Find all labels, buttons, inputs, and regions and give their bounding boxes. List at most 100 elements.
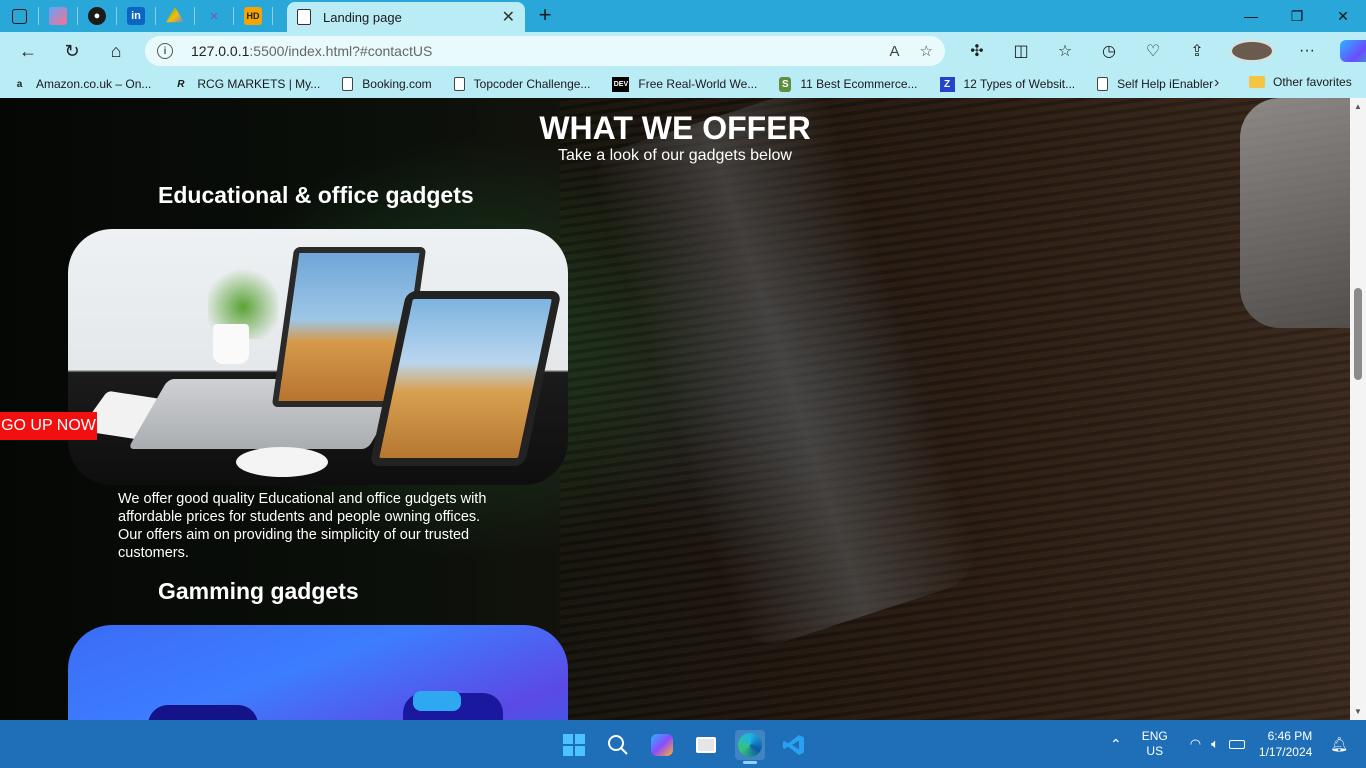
page-icon (1097, 77, 1109, 91)
address-bar[interactable]: i 127.0.0.1:5500/index.html?#contactUS A… (145, 36, 945, 66)
favorite-label: RCG MARKETS | My... (197, 77, 321, 91)
page-favicon-icon (297, 9, 311, 25)
pinned-tab-github-icon[interactable]: ● (78, 0, 116, 32)
clock[interactable]: 6:46 PM 1/17/2024 (1259, 728, 1312, 760)
minimize-button[interactable]: — (1228, 0, 1274, 32)
vr-controller-illustration (148, 705, 258, 720)
favorites-icon[interactable]: ☆ (1043, 41, 1087, 61)
profile-avatar[interactable] (1230, 40, 1274, 62)
active-app-indicator (743, 761, 757, 764)
vr-strap-illustration (413, 691, 461, 711)
url-text[interactable]: 127.0.0.1:5500/index.html?#contactUS (191, 43, 870, 59)
windows-start-icon[interactable] (559, 730, 589, 760)
toolbar-actions: ✣ ◫ ☆ ◷ ♡ ⇪ ··· (955, 32, 1366, 70)
page-icon (342, 77, 354, 91)
back-button[interactable]: ← (6, 32, 50, 70)
copilot-icon[interactable] (1340, 40, 1366, 62)
background-planter (585, 98, 985, 654)
search-icon[interactable] (603, 730, 633, 760)
favorite-ecommerce[interactable]: S 11 Best Ecommerce... (779, 76, 918, 92)
extensions-icon[interactable]: ✣ (955, 41, 999, 61)
dev-icon: DEV (612, 76, 630, 92)
share-icon[interactable]: ⇪ (1175, 41, 1219, 61)
favorite-label: Self Help iEnabler (1117, 77, 1214, 91)
tab-bar: ● in ✕ HD Landing page ✕ + — ❐ ✕ (0, 0, 1366, 32)
category-title-gaming: Gamming gadgets (158, 578, 359, 604)
settings-more-icon[interactable]: ··· (1285, 42, 1329, 60)
address-toolbar: ← ↻ ⌂ i 127.0.0.1:5500/index.html?#conta… (0, 32, 1366, 70)
category-title-educational: Educational & office gadgets (158, 182, 474, 208)
language-code: ENG (1141, 729, 1168, 743)
task-view-icon[interactable] (691, 730, 721, 760)
close-window-button[interactable]: ✕ (1320, 0, 1366, 32)
split-screen-icon[interactable]: ◫ (999, 41, 1043, 61)
refresh-button[interactable]: ↻ (50, 32, 94, 70)
cup-illustration (213, 324, 249, 364)
scrollbar-thumb[interactable] (1354, 288, 1362, 380)
favorites-bar: a Amazon.co.uk – On... R RCG MARKETS | My.… (0, 70, 1366, 98)
favorite-label: Booking.com (362, 77, 432, 91)
performance-icon[interactable]: ♡ (1131, 41, 1175, 61)
favorite-label: Free Real-World We... (638, 77, 758, 91)
favorite-booking[interactable]: Booking.com (342, 77, 432, 91)
shopify-icon: S (779, 76, 792, 92)
home-button[interactable]: ⌂ (94, 32, 138, 70)
page-viewport: WHAT WE OFFER Take a look of our gadgets… (0, 98, 1350, 720)
notifications-bell-icon[interactable]: 🔔︎ (1330, 736, 1348, 753)
url-host: 127.0.0.1 (191, 43, 250, 59)
favorite-topcoder[interactable]: Topcoder Challenge... (453, 77, 590, 91)
mouse-illustration (236, 447, 328, 477)
wifi-icon[interactable]: ◠ (1190, 736, 1201, 752)
clock-time: 6:46 PM (1267, 729, 1313, 743)
language-indicator[interactable]: ENG US (1142, 729, 1168, 759)
battery-icon[interactable] (1228, 739, 1245, 749)
go-up-button[interactable]: GO UP NOW (0, 412, 97, 440)
new-tab-button[interactable]: + (533, 3, 557, 29)
clock-date: 1/17/2024 (1258, 745, 1313, 759)
volume-icon[interactable]: 🔈︎ (1211, 736, 1219, 752)
scroll-down-icon[interactable]: ▼ (1354, 707, 1362, 716)
history-icon[interactable]: ◷ (1087, 41, 1131, 61)
pinned-tab-hd-icon[interactable]: HD (234, 0, 272, 32)
favorite-star-icon[interactable]: ☆ (920, 42, 933, 60)
close-tab-icon[interactable]: ✕ (502, 7, 515, 27)
read-aloud-icon[interactable]: A (890, 43, 900, 60)
section-subtitle: Take a look of our gadgets below (558, 147, 792, 164)
pinned-tab-linkedin-icon[interactable]: in (117, 0, 155, 32)
other-favorites-label: Other favorites (1273, 75, 1352, 89)
edge-icon[interactable] (735, 730, 765, 764)
folder-icon (1249, 76, 1265, 88)
favorite-websites[interactable]: Z 12 Types of Websit... (939, 76, 1076, 92)
copilot-pre-icon[interactable] (647, 730, 677, 760)
scroll-up-icon[interactable]: ▲ (1354, 102, 1362, 111)
tab-landing-page[interactable]: Landing page ✕ (287, 2, 525, 32)
pinned-tab-drive-icon[interactable] (156, 0, 194, 32)
favorite-rcg-markets[interactable]: R RCG MARKETS | My... (173, 77, 320, 92)
chevron-up-icon[interactable]: ⌃ (1110, 736, 1122, 753)
window-controls: — ❐ ✕ (1228, 0, 1366, 32)
section-title: WHAT WE OFFER (539, 110, 811, 146)
chevron-right-icon[interactable]: › (1214, 74, 1219, 92)
rcg-icon: R (177, 78, 185, 90)
site-info-icon[interactable]: i (157, 43, 173, 59)
pinned-tab-app-icon[interactable]: ✕ (195, 0, 233, 32)
other-favorites[interactable]: Other favorites (1249, 75, 1352, 89)
pinned-tab-pen-icon[interactable] (39, 0, 77, 32)
favorite-self-help[interactable]: Self Help iEnabler (1097, 77, 1213, 91)
favorite-dev[interactable]: DEV Free Real-World We... (612, 76, 758, 92)
page-icon (453, 77, 465, 91)
system-tray: ⌃ ENG US ◠ 🔈︎ 6:46 PM 1/17/2024 🔔︎ (1110, 720, 1348, 768)
educational-gadgets-image (68, 229, 568, 485)
site-icon: Z (939, 76, 955, 92)
language-region: US (1146, 744, 1164, 758)
favorite-label: 12 Types of Websit... (963, 77, 1076, 91)
favorite-amazon[interactable]: a Amazon.co.uk – On... (12, 77, 152, 92)
favorite-label: Amazon.co.uk – On... (36, 77, 152, 91)
category-description: We offer good quality Educational and of… (118, 491, 487, 561)
vscode-icon[interactable] (779, 730, 809, 760)
amazon-icon: a (16, 78, 23, 90)
restore-button[interactable]: ❐ (1274, 0, 1320, 32)
url-path: :5500/index.html?#contactUS (249, 43, 433, 59)
workspaces-icon[interactable] (0, 0, 38, 32)
page-scrollbar[interactable]: ▲ ▼ (1350, 98, 1366, 720)
